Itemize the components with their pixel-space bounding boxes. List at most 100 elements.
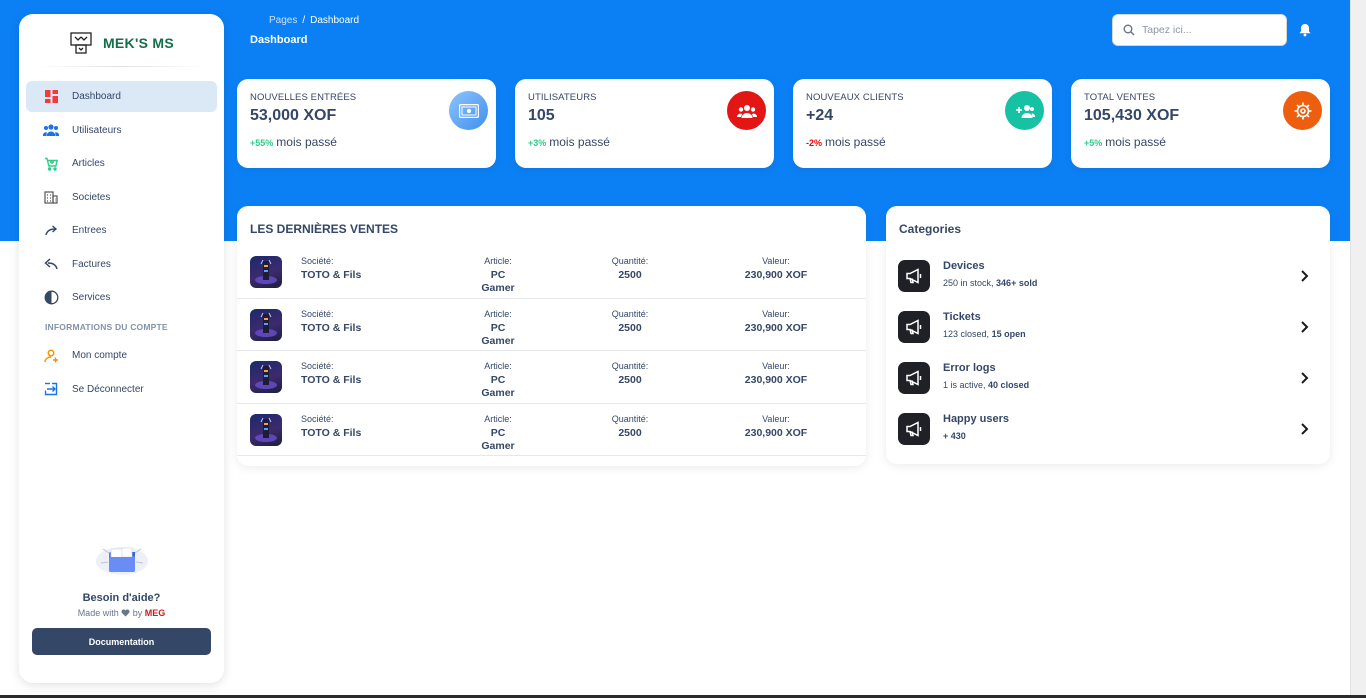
chevron-right-icon[interactable] [1295,420,1313,438]
sidebar-item-deconnecter[interactable]: Se Déconnecter [26,374,217,405]
cell-header: Article: [484,256,512,266]
product-thumbnail [250,361,282,393]
sidebar-item-mon-compte[interactable]: Mon compte [26,340,217,371]
category-desc-a: 123 closed, [943,329,990,339]
category-name: Happy users [943,413,1010,425]
list-item[interactable]: Tickets 123 closed, 15 open [898,311,1313,351]
heart-icon [121,609,130,617]
bell-icon[interactable] [1298,23,1312,37]
cell-value: 230,900 XOF [744,321,808,334]
cell-value: 2500 [618,374,642,386]
breadcrumb-root[interactable]: Pages [269,15,297,26]
list-item[interactable]: Happy users + 430 [898,413,1313,453]
category-desc-a: 250 in stock, [943,278,994,288]
sidebar-item-label: Articles [72,158,105,169]
category-desc-b: 15 open [991,329,1026,339]
cell-header: Société: [301,256,334,266]
sidebar-item-label: Utilisateurs [72,124,122,136]
brand[interactable]: MEK'S MS [19,14,224,66]
vertical-scrollbar[interactable] [1350,0,1366,698]
stat-footer: +3% mois passé [528,135,761,149]
documentation-button[interactable]: Documentation [32,628,211,655]
stat-period: mois passé [276,135,337,149]
stat-card-nouvelles-entrees[interactable]: NOUVELLES ENTRÉES 53,000 XOF +55% mois pa… [237,79,496,168]
cell-header: Valeur: [762,308,790,319]
quantity-cell: Quantité: 2500 [600,308,660,335]
chevron-right-icon[interactable] [1295,267,1313,285]
categories-panel: Categories Devices 250 in stock, 346+ so… [886,206,1330,464]
cell-value: 2500 [618,269,642,281]
search-input[interactable] [1142,24,1282,36]
table-row[interactable]: Société: TOTO & Fils Article: PC Gamer Qua… [237,246,866,299]
cell-header: Article: [484,361,512,371]
sidebar-item-label: Mon compte [72,350,128,361]
brand-name: MEK'S MS [102,35,175,51]
cell-header: Article: [484,308,512,319]
product-thumbnail [250,256,282,288]
category-desc: 123 closed, 15 open [943,329,1026,339]
cell-header: Société: [301,308,334,319]
sidebar-item-factures[interactable]: Factures [26,249,217,280]
category-desc-a: 1 is active, [943,380,986,390]
stat-percent: -2% [806,138,823,148]
sidebar-item-services[interactable]: Services [26,282,217,313]
sidebar-item-societes[interactable]: Societes [26,182,217,213]
value-cell: Valeur: 230,900 XOF [735,308,817,335]
chevron-right-icon[interactable] [1295,369,1313,387]
stat-card-utilisateurs[interactable]: UTILISATEURS 105 +3% mois passé [515,79,774,168]
category-desc: + 430 [943,431,966,441]
sidebar-item-articles[interactable]: Articles [26,148,217,179]
category-name: Devices [943,260,985,272]
cell-header: Quantité: [611,361,649,371]
list-item[interactable]: Devices 250 in stock, 346+ sold [898,260,1313,300]
section-title: INFORMATIONS DU COMPTE [45,322,168,332]
sidebar-item-label: Dashboard [72,91,121,102]
panel-title: Categories [899,222,962,236]
search-box[interactable] [1112,14,1287,46]
breadcrumb: Pages / Dashboard [269,15,359,26]
article-cell: Article: PC Gamer [473,308,523,348]
product-thumbnail [250,308,282,341]
cell-header: Article: [484,413,512,424]
cell-header: Société: [301,413,334,424]
breadcrumb-separator: / [302,15,306,26]
sidebar-item-entrees[interactable]: Entrees [26,215,217,246]
cell-header: Valeur: [762,413,790,424]
category-desc: 250 in stock, 346+ sold [943,278,1037,288]
category-desc-b: 40 closed [988,380,1030,390]
sales-list: Société: TOTO & Fils Article: PC Gamer Qua… [237,246,866,456]
stat-label: NOUVELLES ENTRÉES [250,92,357,103]
stat-percent: +5% [1084,138,1103,148]
cell-header: Valeur: [762,361,790,371]
users-icon [43,122,59,138]
users-group-icon [727,91,766,130]
user-account-icon [43,348,59,364]
sidebar-item-label: Societes [72,191,111,203]
chevron-right-icon[interactable] [1295,318,1313,336]
table-row[interactable]: Société: TOTO & Fils Article: PC Gamer Qua… [237,351,866,404]
value-cell: Valeur: 230,900 XOF [735,360,817,387]
stat-card-nouveaux-clients[interactable]: NOUVEAUX CLIENTS +24 -2% mois passé [793,79,1052,168]
quantity-cell: Quantité: 2500 [600,360,660,387]
stat-percent: +3% [528,138,547,148]
logout-icon [43,381,59,397]
sidebar-item-utilisateurs[interactable]: Utilisateurs [26,115,217,146]
cell-header: Quantité: [611,413,649,424]
sidebar-item-dashboard[interactable]: Dashboard [26,81,217,112]
cell-value: 230,900 XOF [744,374,808,386]
reply-icon [43,256,59,272]
cell-value: 2500 [618,426,642,439]
sidebar: MEK'S MS Dashboard Utilisateurs Articles [19,14,224,683]
cell-value: TOTO & Fils [301,321,362,334]
stat-percent: +55% [250,138,274,148]
stat-footer: +55% mois passé [250,135,483,149]
table-row[interactable]: Société: TOTO & Fils Article: PC Gamer Qua… [237,299,866,351]
megaphone-icon [898,362,930,394]
panel-title: LES DERNIÈRES VENTES [250,222,399,236]
list-item[interactable]: Error logs 1 is active, 40 closed [898,362,1313,402]
search-icon [1123,24,1135,36]
table-row[interactable]: Société: TOTO & Fils Article: PC Gamer Qua… [237,404,866,456]
value-cell: Valeur: 230,900 XOF [735,255,817,282]
folder-illustration-icon [95,547,148,575]
stat-card-total-ventes[interactable]: TOTAL VENTES 105,430 XOF +5% mois passé [1071,79,1330,168]
